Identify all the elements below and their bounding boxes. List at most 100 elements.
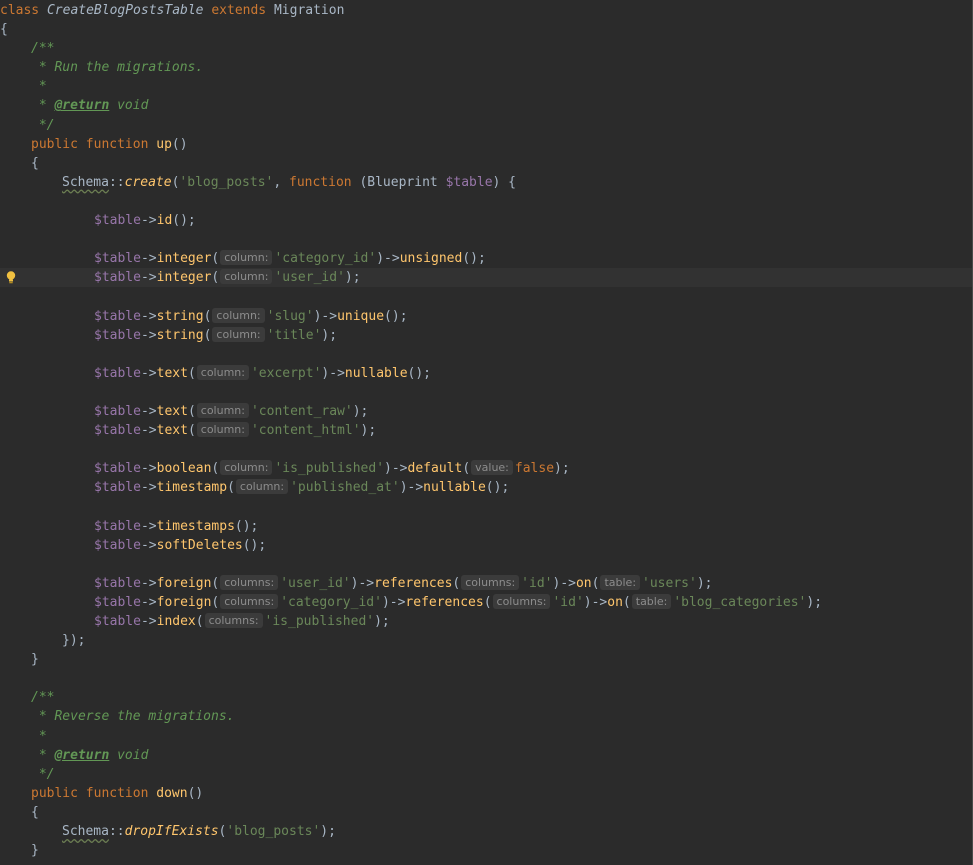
- code-line[interactable]: $table->integer(column:'category_id')->u…: [0, 249, 972, 268]
- lightbulb-icon[interactable]: [6, 271, 16, 284]
- code-line[interactable]: $table->id();: [0, 211, 972, 230]
- code-line[interactable]: * Run the migrations.: [0, 58, 972, 77]
- variable: $table: [94, 537, 141, 553]
- code-line[interactable]: $table->text(column:'content_html');: [0, 421, 972, 440]
- code-line[interactable]: $table->foreign(columns:'category_id')->…: [0, 593, 972, 612]
- code-line[interactable]: /**: [0, 39, 972, 58]
- method-call[interactable]: on: [607, 595, 623, 610]
- method-call[interactable]: string: [157, 328, 204, 343]
- code-line[interactable]: [0, 555, 972, 574]
- method-call[interactable]: foreign: [157, 576, 212, 591]
- string-literal: 'content_raw': [250, 403, 353, 419]
- code-line[interactable]: $table->index(columns:'is_published');: [0, 612, 972, 631]
- code-line[interactable]: *: [0, 727, 972, 746]
- method-call[interactable]: unsigned: [400, 251, 463, 266]
- code-line[interactable]: [0, 192, 972, 211]
- method-call[interactable]: foreign: [157, 595, 212, 610]
- code-line[interactable]: }: [0, 841, 972, 860]
- method-call[interactable]: string: [157, 309, 204, 324]
- schema-class[interactable]: Schema: [62, 824, 109, 839]
- brace: }: [31, 652, 39, 668]
- code-line[interactable]: class CreateBlogPostsTable extends Migra…: [0, 1, 972, 20]
- code-line[interactable]: public function down(): [0, 784, 972, 803]
- code-line[interactable]: {: [0, 154, 972, 173]
- method-call[interactable]: index: [157, 614, 196, 629]
- code-line[interactable]: [0, 345, 972, 364]
- code-line[interactable]: $table->foreign(columns:'user_id')->refe…: [0, 574, 972, 593]
- function-name[interactable]: down: [156, 786, 187, 801]
- code-line[interactable]: Schema::dropIfExists('blog_posts');: [0, 822, 972, 841]
- code-line[interactable]: /**: [0, 688, 972, 707]
- doc-comment: *: [31, 79, 47, 95]
- code-line[interactable]: * @return void: [0, 746, 972, 765]
- code-line[interactable]: * @return void: [0, 96, 972, 115]
- code-line[interactable]: {: [0, 20, 972, 39]
- keyword: function: [85, 785, 149, 801]
- method-call[interactable]: on: [576, 576, 592, 591]
- variable: $table: [94, 614, 141, 629]
- doc-comment: */: [31, 766, 55, 782]
- code-line[interactable]: */: [0, 765, 972, 784]
- code-line[interactable]: */: [0, 116, 972, 135]
- code-line[interactable]: [0, 287, 972, 306]
- code-line[interactable]: [0, 383, 972, 402]
- method-call[interactable]: references: [374, 576, 452, 591]
- variable: $table: [94, 308, 141, 324]
- method-call[interactable]: nullable: [345, 366, 408, 381]
- method-call[interactable]: timestamps: [157, 519, 235, 534]
- doc-comment: *: [31, 728, 47, 744]
- function-name[interactable]: up: [156, 137, 172, 152]
- code-line[interactable]: $table->timestamp(column:'published_at')…: [0, 478, 972, 497]
- variable: $table: [94, 575, 141, 591]
- code-line[interactable]: {: [0, 803, 972, 822]
- method-call[interactable]: integer: [157, 251, 212, 266]
- code-line[interactable]: * Reverse the migrations.: [0, 707, 972, 726]
- code-area[interactable]: class CreateBlogPostsTable extends Migra…: [0, 1, 972, 860]
- method-call[interactable]: nullable: [423, 480, 486, 495]
- code-line[interactable]: });: [0, 631, 972, 650]
- doc-return-tag[interactable]: @return: [54, 748, 109, 763]
- code-line[interactable]: }: [0, 650, 972, 669]
- code-line[interactable]: $table->text(column:'content_raw');: [0, 402, 972, 421]
- variable: $table: [94, 365, 141, 381]
- code-line[interactable]: [0, 230, 972, 249]
- code-line[interactable]: $table->timestamps();: [0, 517, 972, 536]
- code-editor[interactable]: class CreateBlogPostsTable extends Migra…: [0, 0, 973, 865]
- method-call[interactable]: timestamp: [157, 480, 227, 495]
- string-literal: 'id': [552, 594, 584, 610]
- code-line[interactable]: public function up(): [0, 135, 972, 154]
- code-line[interactable]: *: [0, 77, 972, 96]
- method-call[interactable]: id: [157, 213, 173, 228]
- static-method[interactable]: dropIfExists: [125, 824, 219, 839]
- method-call[interactable]: default: [408, 461, 463, 476]
- method-call[interactable]: integer: [157, 270, 212, 285]
- code-line[interactable]: $table->text(column:'excerpt')->nullable…: [0, 364, 972, 383]
- method-call[interactable]: text: [157, 423, 188, 438]
- method-call[interactable]: references: [405, 595, 483, 610]
- code-line[interactable]: $table->softDeletes();: [0, 536, 972, 555]
- class-name: CreateBlogPostsTable: [46, 3, 204, 18]
- code-line[interactable]: Schema::create('blog_posts', function (B…: [0, 173, 972, 192]
- method-call[interactable]: boolean: [157, 461, 212, 476]
- code-line[interactable]: [0, 497, 972, 516]
- schema-class[interactable]: Schema: [62, 175, 109, 190]
- variable: $table: [94, 423, 141, 439]
- variable: $table: [94, 518, 141, 534]
- method-call[interactable]: softDeletes: [157, 538, 243, 553]
- static-method[interactable]: create: [125, 175, 172, 190]
- code-line-current[interactable]: $table->integer(column:'user_id');: [0, 268, 972, 288]
- code-line[interactable]: $table->string(column:'title');: [0, 326, 972, 345]
- doc-return-tag[interactable]: @return: [54, 98, 109, 113]
- code-line[interactable]: [0, 440, 972, 459]
- string-literal: 'category_id': [280, 594, 382, 610]
- doc-comment: * Run the migrations.: [31, 60, 204, 76]
- code-line[interactable]: $table->boolean(column:'is_published')->…: [0, 459, 972, 478]
- code-line[interactable]: [0, 669, 972, 688]
- type-hint[interactable]: Blueprint: [367, 175, 437, 190]
- method-call[interactable]: text: [157, 404, 188, 419]
- method-call[interactable]: unique: [337, 309, 384, 324]
- method-call[interactable]: text: [157, 366, 188, 381]
- doc-comment: * Reverse the migrations.: [31, 709, 235, 725]
- variable: $table: [94, 480, 141, 496]
- code-line[interactable]: $table->string(column:'slug')->unique();: [0, 307, 972, 326]
